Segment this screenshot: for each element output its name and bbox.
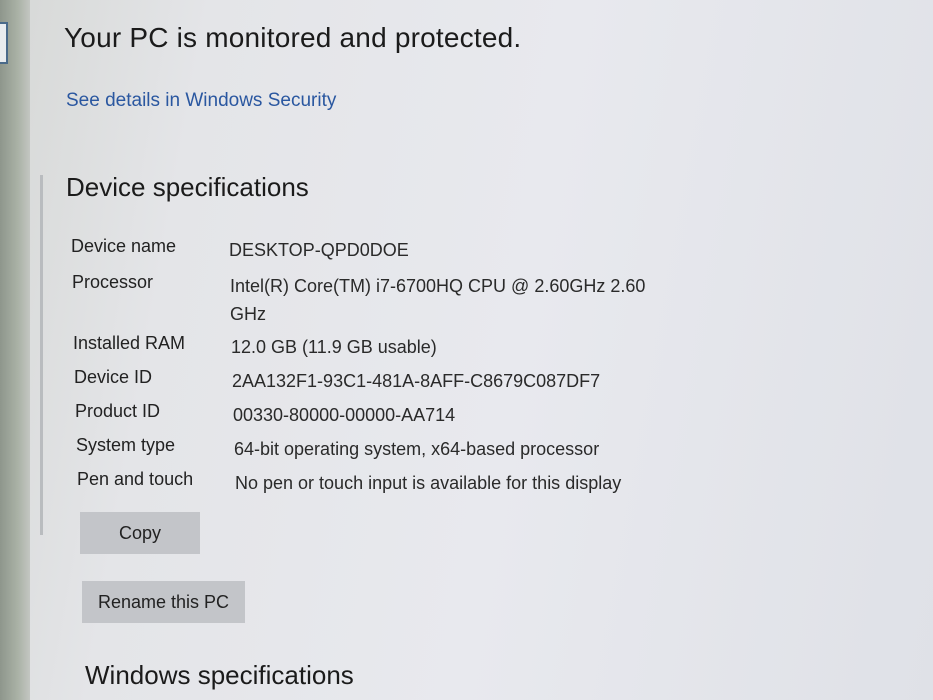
spec-label: System type [76,435,176,455]
copy-button[interactable]: Copy [80,512,200,554]
spec-label: Pen and touch [77,469,194,489]
windows-specifications-heading: Windows specifications [85,660,354,690]
spec-label: Device name [71,236,177,256]
spec-label: Device ID [74,367,153,387]
spec-value: 64-bit operating system, x64-based proce… [234,439,600,459]
spec-value: 00330-80000-00000-AA714 [233,405,456,425]
about-page: Your PC is monitored and protected. See … [0,0,933,700]
spec-label: Installed RAM [73,333,186,353]
spec-value: Intel(R) Core(TM) i7-6700HQ CPU @ 2.60GH… [230,276,646,324]
spec-label: Product ID [75,401,161,421]
protection-status-text: Your PC is monitored and protected. [64,22,522,53]
spec-value: No pen or touch input is available for t… [235,473,622,493]
windows-security-link[interactable]: See details in Windows Security [66,90,336,112]
spec-label: Processor [72,272,154,292]
rename-pc-button[interactable]: Rename this PC [82,581,245,623]
spec-value: 12.0 GB (11.9 GB usable) [231,337,437,357]
device-specifications-heading: Device specifications [66,172,309,202]
spec-value: DESKTOP-QPD0DOE [229,240,409,260]
spec-value: 2AA132F1-93C1-481A-8AFF-C8679C087DF7 [232,371,601,391]
